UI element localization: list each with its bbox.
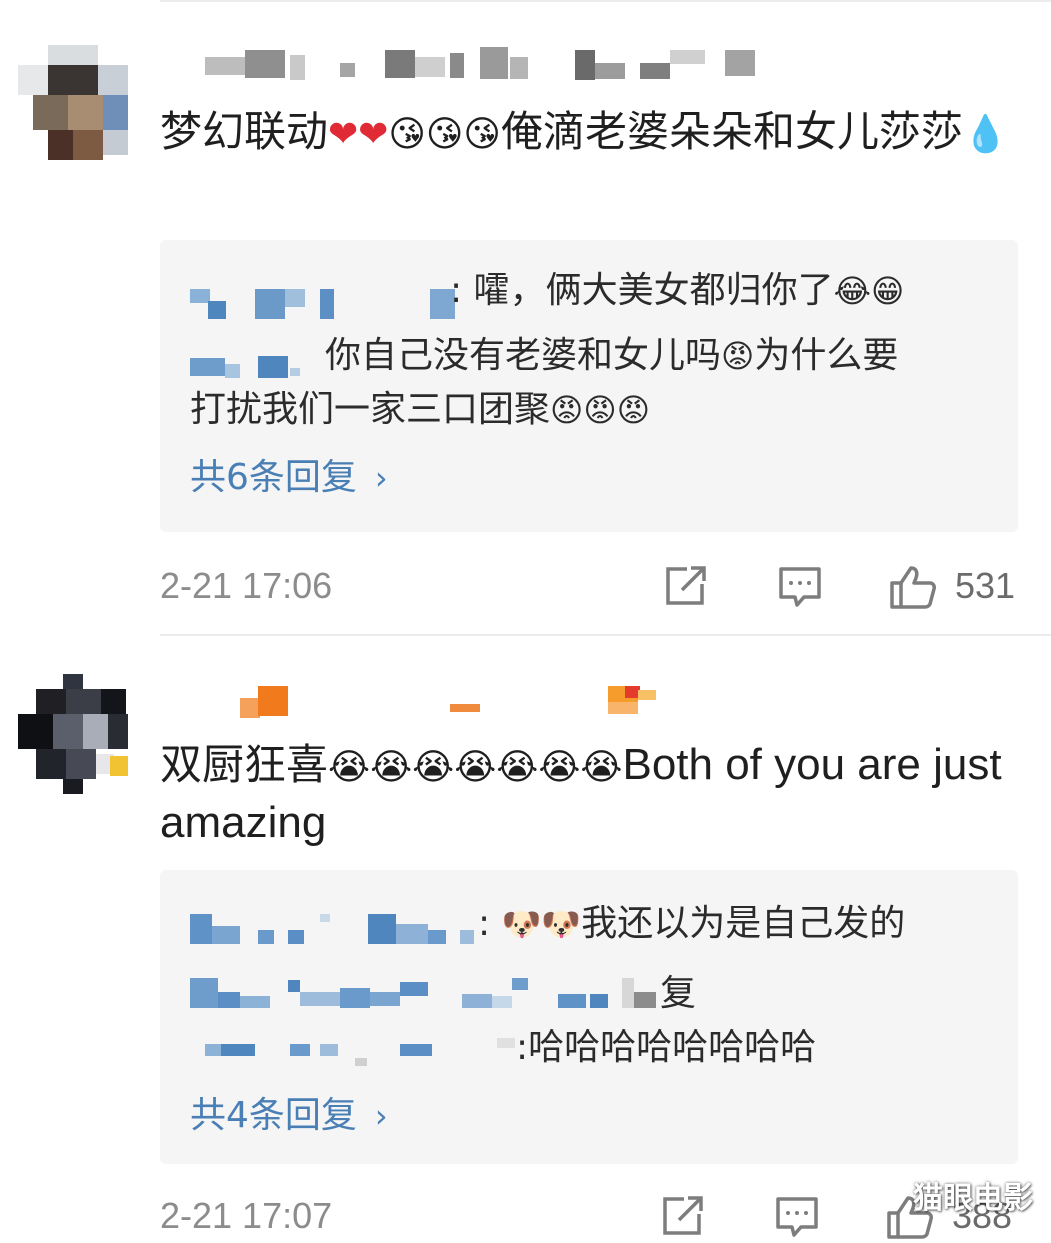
like-count: 531 xyxy=(955,565,1016,606)
reply-preview[interactable]: : 🐶🐶我还以为是自己发的 复:哈哈哈哈哈哈哈哈 共4条回复 › xyxy=(160,870,1018,1164)
reply-text: :哈哈哈哈哈哈哈哈 xyxy=(516,1027,817,1068)
chevron-right-icon: › xyxy=(374,459,388,497)
reply-line: 打扰我们一家三口团聚😡😡😡 xyxy=(190,386,650,434)
crying-emoji: 😭😭😭😭😭😭😭 xyxy=(328,746,623,788)
comment-bubble-icon xyxy=(776,1197,818,1237)
comment-bubble-icon xyxy=(779,567,821,607)
more-replies-link[interactable]: 共4条回复 › xyxy=(190,1092,388,1140)
comment-text-part: 梦幻联动 xyxy=(160,107,329,156)
reply-text: 为什么要 xyxy=(754,335,899,376)
reply-username-redacted xyxy=(205,1038,525,1068)
comment-button[interactable] xyxy=(777,564,823,608)
chevron-right-icon: › xyxy=(374,1097,388,1135)
share-square-icon xyxy=(663,1196,703,1235)
divider xyxy=(160,0,1051,2)
username-redacted[interactable] xyxy=(205,45,765,85)
reply-username-redacted xyxy=(190,978,660,1014)
timestamp: 2-21 17:07 xyxy=(160,1195,333,1236)
more-replies-label: 共4条回复 xyxy=(190,1095,357,1136)
share-square-icon xyxy=(666,566,706,605)
comment-text-part: 俺滴老婆朵朵和女儿莎莎 xyxy=(500,107,963,156)
comment-text: 双厨狂喜😭😭😭😭😭😭😭Both of you are just amazing xyxy=(160,736,1030,852)
reply-line: 你自己没有老婆和女儿吗😡为什么要 xyxy=(325,332,898,380)
reply-text: 我还以为是自己发的 xyxy=(581,903,906,944)
laugh-emoji: 😂😁 xyxy=(833,272,905,310)
reply-username-redacted xyxy=(190,350,330,380)
comment-button[interactable] xyxy=(774,1194,820,1238)
comment-text-part: 双厨狂喜 xyxy=(160,740,329,789)
username-redacted[interactable] xyxy=(240,686,660,718)
reply-text: 嚯，俩大美女都归你了 xyxy=(473,270,834,311)
reply-text: 你自己没有老婆和女儿吗 xyxy=(325,335,722,376)
more-replies-link[interactable]: 共6条回复 › xyxy=(190,454,388,502)
reply-separator: : xyxy=(478,903,502,944)
timestamp: 2-21 17:06 xyxy=(160,565,333,606)
droplet-emoji: 💧 xyxy=(962,113,1008,155)
thumbs-up-icon xyxy=(890,566,936,609)
reply-username-redacted xyxy=(190,285,460,325)
comment-footer: 2-21 17:06 531 xyxy=(160,556,1051,616)
reply-line: : 嚯，俩大美女都归你了😂😁 xyxy=(450,267,904,315)
dog-emoji: 🐶🐶 xyxy=(501,905,582,943)
angry-emoji: 😡 xyxy=(721,337,755,375)
reply-text: 打扰我们一家三口团聚 xyxy=(190,389,551,430)
avatar[interactable] xyxy=(18,674,133,794)
more-replies-label: 共6条回复 xyxy=(190,457,357,498)
comment-item: 双厨狂喜😭😭😭😭😭😭😭Both of you are just amazing … xyxy=(0,634,1051,1243)
heart-emoji: ❤❤ xyxy=(328,113,389,155)
forward-button[interactable] xyxy=(663,564,709,608)
like-button[interactable] xyxy=(888,564,938,609)
reply-preview[interactable]: : 嚯，俩大美女都归你了😂😁 你自己没有老婆和女儿吗😡为什么要 打扰我们一家三口… xyxy=(160,240,1018,532)
reply-line: 复 xyxy=(660,970,696,1018)
comment-item: 梦幻联动❤❤😘😘😘俺滴老婆朵朵和女儿莎莎💧 : 嚯，俩大美女都归你了😂😁 你自己… xyxy=(0,0,1051,634)
watermark-logo: 猫眼电影 xyxy=(913,1181,1033,1216)
kiss-emoji: 😘😘😘 xyxy=(388,113,501,155)
reply-separator: : xyxy=(450,270,474,311)
avatar[interactable] xyxy=(18,45,133,165)
reply-username-redacted xyxy=(190,914,490,948)
reply-line: :哈哈哈哈哈哈哈哈 xyxy=(516,1024,816,1072)
reply-text: 复 xyxy=(660,973,697,1014)
forward-button[interactable] xyxy=(660,1194,706,1238)
divider xyxy=(160,634,1051,636)
angry-emoji: 😡😡😡 xyxy=(550,391,651,429)
reply-line: : 🐶🐶我还以为是自己发的 xyxy=(478,900,905,948)
comment-text: 梦幻联动❤❤😘😘😘俺滴老婆朵朵和女儿莎莎💧 xyxy=(160,103,1030,161)
